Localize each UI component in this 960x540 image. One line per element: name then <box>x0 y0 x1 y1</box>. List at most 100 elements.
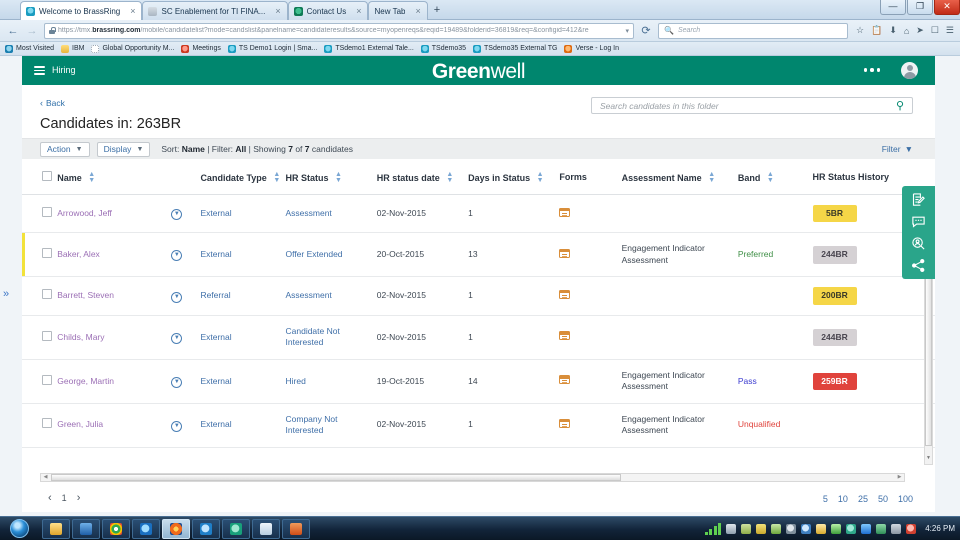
hr-status-link[interactable]: Assessment <box>286 208 332 218</box>
avatar[interactable] <box>901 62 918 79</box>
column-header-assessment-name[interactable]: Assessment Name ▲▼ <box>622 159 738 195</box>
address-bar[interactable]: https://tmx.brassring.com/mobile/candida… <box>44 23 634 39</box>
bookmark-verse-login[interactable]: Verse - Log In <box>564 45 619 53</box>
candidate-type-link[interactable]: External <box>200 419 231 429</box>
bookmark-tsdemo1-external[interactable]: TSdemo1 External Tale... <box>324 45 413 53</box>
chevron-down-icon[interactable]: ▾ <box>626 27 630 35</box>
form-icon[interactable] <box>559 249 570 258</box>
row-checkbox[interactable] <box>42 418 52 428</box>
taskbar-firefox[interactable] <box>162 519 190 539</box>
share-network-icon[interactable] <box>911 258 926 273</box>
send-icon[interactable]: ➤ <box>916 25 924 36</box>
bookmark-most-visited[interactable]: Most Visited <box>5 45 54 53</box>
table-row[interactable]: Childs, Mary▼ExternalCandidate Not Inter… <box>22 315 935 359</box>
bookmark-tsdemo35[interactable]: TSdemo35 <box>421 45 466 53</box>
status-badge[interactable]: 259BR <box>813 373 857 390</box>
table-row[interactable]: Barrett, Steven▼ReferralAssessment02-Nov… <box>22 277 935 315</box>
table-row[interactable]: Arrowood, Jeff▼ExternalAssessment02-Nov-… <box>22 195 935 233</box>
bookmark-global-opportunity[interactable]: Global Opportunity M... <box>91 45 174 53</box>
browser-tab-1[interactable]: Welcome to BrassRing × <box>20 1 142 20</box>
tray-icon-4[interactable] <box>786 524 796 534</box>
prev-page-button[interactable]: ‹ <box>48 492 52 504</box>
browser-search-input[interactable]: 🔍 Search <box>658 23 848 39</box>
start-orb[interactable] <box>2 518 36 540</box>
hr-status-link[interactable]: Candidate Not Interested <box>286 326 340 347</box>
hr-status-link[interactable]: Offer Extended <box>286 249 343 259</box>
lock-tray-icon[interactable] <box>816 524 826 534</box>
tray-icon-9[interactable] <box>891 524 901 534</box>
column-header-hr-status[interactable]: HR Status ▲▼ <box>286 159 377 195</box>
browser-tab-4[interactable]: New Tab × <box>368 1 427 20</box>
column-header-hr-status-date[interactable]: HR status date ▲▼ <box>377 159 468 195</box>
taskbar-powerpoint[interactable] <box>282 519 310 539</box>
candidate-search-icon[interactable] <box>911 236 926 251</box>
column-header-candidate-type[interactable]: Candidate Type ▲▼ <box>200 159 285 195</box>
reload-icon[interactable]: ⟳ <box>639 24 653 37</box>
status-badge[interactable]: 5BR <box>813 205 857 222</box>
scroll-down-icon[interactable]: ▼ <box>925 454 932 463</box>
menu-icon[interactable]: ☰ <box>946 25 954 36</box>
select-all-checkbox[interactable] <box>42 171 52 181</box>
downloads-icon[interactable]: ⬇ <box>889 25 897 36</box>
column-header-days-in-status[interactable]: Days in Status ▲▼ <box>468 159 559 195</box>
taskbar-chrome[interactable] <box>102 519 130 539</box>
row-checkbox[interactable] <box>42 248 52 258</box>
bookmark-tsdemo35-external-tg[interactable]: TSdemo35 External TG <box>473 45 557 53</box>
status-badge[interactable]: 200BR <box>813 287 857 304</box>
add-form-icon[interactable] <box>911 192 926 207</box>
taskbar-clock[interactable]: 4:26 PM <box>925 524 955 533</box>
tray-icon-2[interactable] <box>756 524 766 534</box>
form-icon[interactable] <box>559 419 570 428</box>
tray-icon-6[interactable] <box>831 524 841 534</box>
more-menu-icon[interactable] <box>864 68 881 72</box>
home-icon[interactable]: ⌂ <box>904 26 909 36</box>
page-size-10[interactable]: 10 <box>838 494 848 504</box>
row-menu-icon[interactable]: ▼ <box>171 292 182 303</box>
page-size-50[interactable]: 50 <box>878 494 888 504</box>
back-icon[interactable]: ← <box>6 25 20 37</box>
row-menu-icon[interactable]: ▼ <box>171 209 182 220</box>
row-checkbox[interactable] <box>42 289 52 299</box>
browser-tab-2[interactable]: SC Enablement for TI FINA... × <box>142 1 287 20</box>
form-icon[interactable] <box>559 208 570 217</box>
scroll-thumb[interactable] <box>51 474 621 481</box>
screenshot-icon[interactable]: ☐ <box>931 25 939 36</box>
table-row[interactable]: George, Martin▼ExternalHired19-Oct-20151… <box>22 359 935 403</box>
maximize-button[interactable]: ❐ <box>907 0 933 15</box>
close-icon[interactable]: × <box>415 6 420 16</box>
network-antenna-icon[interactable] <box>726 524 736 534</box>
candidate-type-link[interactable]: External <box>200 332 231 342</box>
candidate-name-link[interactable]: Green, Julia <box>57 419 103 429</box>
tray-icon-3[interactable] <box>771 524 781 534</box>
row-menu-icon[interactable]: ▼ <box>171 421 182 432</box>
candidate-name-link[interactable]: Childs, Mary <box>57 332 104 342</box>
bookmark-ts-demo1-login[interactable]: TS Demo1 Login | Sma... <box>228 45 317 53</box>
form-icon[interactable] <box>559 331 570 340</box>
candidate-name-link[interactable]: George, Martin <box>57 376 114 386</box>
browser-tab-3[interactable]: Contact Us × <box>288 1 369 20</box>
candidate-name-link[interactable]: Barrett, Steven <box>57 290 114 300</box>
bluetooth-icon[interactable] <box>861 524 871 534</box>
volume-icon[interactable] <box>906 524 916 534</box>
bookmark-ibm[interactable]: IBM <box>61 45 84 53</box>
bookmark-star-icon[interactable]: ☆ <box>856 25 864 36</box>
row-checkbox[interactable] <box>42 207 52 217</box>
taskbar-word[interactable] <box>72 519 100 539</box>
clipboard-icon[interactable]: 📋 <box>871 25 882 36</box>
next-page-button[interactable]: › <box>77 492 81 504</box>
action-dropdown[interactable]: Action ▼ <box>40 142 90 157</box>
page-size-5[interactable]: 5 <box>823 494 828 504</box>
hr-status-link[interactable]: Company Not Interested <box>286 414 338 435</box>
candidate-type-link[interactable]: Referral <box>200 290 230 300</box>
candidate-name-link[interactable]: Baker, Alex <box>57 249 100 259</box>
close-icon[interactable]: × <box>130 6 135 16</box>
scroll-left-icon[interactable]: ◀ <box>41 474 50 481</box>
close-icon[interactable]: × <box>275 6 280 16</box>
row-checkbox[interactable] <box>42 375 52 385</box>
status-badge[interactable]: 244BR <box>813 329 857 346</box>
scroll-right-icon[interactable]: ▶ <box>895 474 904 481</box>
display-dropdown[interactable]: Display ▼ <box>97 142 151 157</box>
close-window-button[interactable]: ✕ <box>934 0 960 15</box>
form-icon[interactable] <box>559 290 570 299</box>
hr-status-link[interactable]: Assessment <box>286 290 332 300</box>
